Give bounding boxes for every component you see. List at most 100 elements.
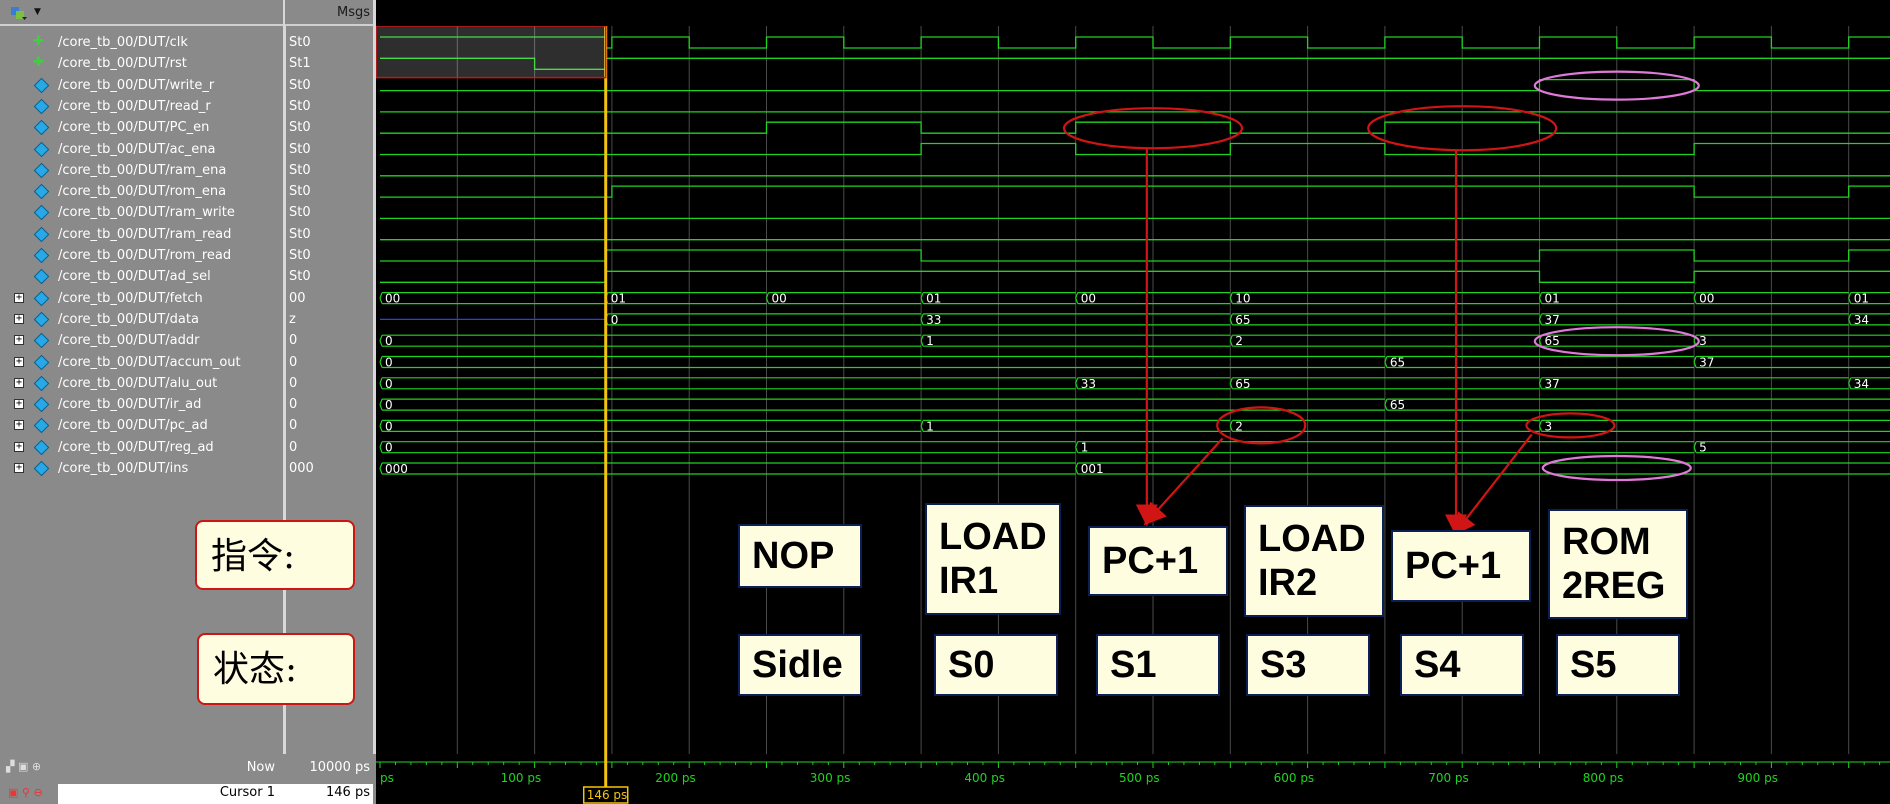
signal-diamond-icon xyxy=(33,226,50,242)
signal-row[interactable]: /core_tb_00/DUT/read_r St0 xyxy=(0,97,376,118)
chevron-down-icon[interactable]: ▼ xyxy=(34,7,41,17)
state-label-box: 状态: xyxy=(197,633,355,705)
cursor-value: 146 ps xyxy=(326,785,370,800)
toolbar-icons[interactable]: ▞ ▣ ⊕ xyxy=(6,760,41,773)
signal-value: St0 xyxy=(289,141,311,157)
ruler-label: ps xyxy=(380,771,394,785)
signal-row[interactable]: /core_tb_00/DUT/ram_read St0 xyxy=(0,225,376,246)
bus-value-label: 10 xyxy=(1235,292,1250,306)
expand-icon[interactable]: + xyxy=(14,335,24,346)
signal-row[interactable]: /core_tb_00/DUT/write_r St0 xyxy=(0,76,376,97)
bus-value-label: 34 xyxy=(1854,313,1869,327)
signal-row[interactable]: + /core_tb_00/DUT/pc_ad 0 xyxy=(0,416,376,437)
signal-diamond-icon xyxy=(33,162,50,179)
signal-row[interactable]: + /core_tb_00/DUT/ir_ad 0 xyxy=(0,395,376,416)
cursor-name[interactable]: Cursor 1 xyxy=(220,785,275,800)
signal-name: /core_tb_00/DUT/ac_ena xyxy=(58,141,216,157)
annotation-arrow xyxy=(1143,437,1224,526)
signal-name: /core_tb_00/DUT/ad_sel xyxy=(58,269,211,285)
bus-value-label: 00 xyxy=(772,292,787,306)
bus-waveform xyxy=(1693,355,1890,369)
expand-icon[interactable]: + xyxy=(14,292,24,303)
expand-icon[interactable]: + xyxy=(14,313,24,324)
signal-name: /core_tb_00/DUT/write_r xyxy=(58,77,215,93)
signal-row[interactable]: + /core_tb_00/DUT/alu_out 0 xyxy=(0,374,376,395)
signal-row[interactable]: /core_tb_00/DUT/PC_en St0 xyxy=(0,118,376,139)
signal-row[interactable]: /core_tb_00/DUT/rom_ena St0 xyxy=(0,182,376,203)
signal-diamond-icon xyxy=(33,354,50,370)
bus-value-label: 5 xyxy=(1699,441,1707,455)
signal-value: St0 xyxy=(289,184,311,200)
state-label: 状态: xyxy=(213,649,298,690)
signal-row[interactable]: + /core_tb_00/DUT/fetch 00 xyxy=(0,289,376,310)
signal-diamond-icon xyxy=(33,396,50,413)
signal-row[interactable]: + /core_tb_00/DUT/data z xyxy=(0,310,376,331)
signal-row[interactable]: + /core_tb_00/DUT/ins 000 xyxy=(0,459,376,480)
expand-icon[interactable]: + xyxy=(14,420,24,431)
signal-row[interactable]: + /core_tb_00/DUT/accum_out 0 xyxy=(0,353,376,374)
instruction-box: LOAD IR2 xyxy=(1244,505,1384,617)
bus-value-label: 0 xyxy=(385,398,393,412)
signal-value: St0 xyxy=(289,269,311,285)
bus-waveform xyxy=(379,462,1076,475)
bus-value-label: 0 xyxy=(385,377,393,391)
signal-row[interactable]: ✚ /core_tb_00/DUT/rst St1 xyxy=(0,54,376,75)
signal-row[interactable]: + /core_tb_00/DUT/addr 0 xyxy=(0,331,376,352)
instruction-box: PC+1 xyxy=(1391,530,1531,602)
instruction-box: NOP xyxy=(738,524,862,588)
bus-value-label: 0 xyxy=(611,313,619,327)
signal-diamond-icon xyxy=(33,205,50,221)
bus-waveform xyxy=(1693,334,1890,347)
wave-tool-icon[interactable] xyxy=(10,4,28,22)
bus-value-label: 3 xyxy=(1545,419,1553,433)
bus-value-label: 37 xyxy=(1545,313,1560,327)
signal-diamond-icon xyxy=(33,119,50,136)
signal-row[interactable]: /core_tb_00/DUT/ram_write St0 xyxy=(0,203,376,224)
status-bar: ▞ ▣ ⊕ ▣ ⚲ ⊖ Now Cursor 1 10000 ps 146 ps… xyxy=(0,754,1890,804)
state-box: S1 xyxy=(1096,634,1220,696)
signal-value: St0 xyxy=(289,162,311,178)
state-box: Sidle xyxy=(738,634,862,696)
signal-name: /core_tb_00/DUT/rom_read xyxy=(58,248,232,263)
instruction-box: PC+1 xyxy=(1088,526,1228,596)
bus-value-label: 00 xyxy=(385,292,400,306)
signal-row[interactable]: /core_tb_00/DUT/rom_read St0 xyxy=(0,246,376,267)
lock-icon[interactable]: ▣ ⚲ ⊖ xyxy=(8,786,43,799)
bus-value-label: 000 xyxy=(385,462,408,476)
signal-row[interactable]: /core_tb_00/DUT/ac_ena St0 xyxy=(0,140,376,161)
bus-waveform xyxy=(379,292,606,305)
ruler-label: 500 ps xyxy=(1119,771,1160,785)
bus-waveform xyxy=(605,313,922,326)
signal-value: St0 xyxy=(289,98,311,114)
signal-diamond-icon xyxy=(33,460,50,477)
bus-value-label: 00 xyxy=(1699,292,1714,306)
bus-value-label: 0 xyxy=(385,356,393,370)
annotation-arrow xyxy=(1453,433,1533,536)
signal-diamond-icon xyxy=(33,439,50,455)
signal-name: /core_tb_00/DUT/PC_en xyxy=(58,120,210,136)
expand-icon[interactable]: + xyxy=(14,399,24,410)
signal-value: 0 xyxy=(289,375,298,391)
expand-icon[interactable]: + xyxy=(14,356,24,367)
expand-icon[interactable]: + xyxy=(14,377,24,388)
signal-diamond-icon xyxy=(33,141,50,157)
cursor-flag-label: 146 ps xyxy=(587,788,628,802)
state-box: S5 xyxy=(1556,634,1680,696)
signal-diamond-icon xyxy=(33,311,50,328)
signal-value: 0 xyxy=(289,333,298,349)
ruler-label: 300 ps xyxy=(810,771,851,785)
signal-name: /core_tb_00/DUT/rst xyxy=(58,56,187,72)
signal-name: /core_tb_00/DUT/fetch xyxy=(58,290,203,306)
bus-value-label: 65 xyxy=(1235,377,1250,391)
bus-value-label: 01 xyxy=(1854,292,1869,306)
signal-name: /core_tb_00/DUT/read_r xyxy=(58,98,211,114)
signal-row[interactable]: ✚ /core_tb_00/DUT/clk St0 xyxy=(0,33,376,54)
signal-row[interactable]: /core_tb_00/DUT/ad_sel St0 xyxy=(0,267,376,288)
signal-row[interactable]: + /core_tb_00/DUT/reg_ad 0 xyxy=(0,438,376,459)
msgs-header-label: Msgs xyxy=(336,5,370,20)
expand-icon[interactable]: + xyxy=(14,463,24,473)
expand-icon[interactable]: + xyxy=(14,441,24,452)
signal-diamond-icon xyxy=(33,269,50,285)
signal-row[interactable]: /core_tb_00/DUT/ram_ena St0 xyxy=(0,161,376,182)
time-ruler[interactable]: ps 100 ps 200 ps 300 ps 400 ps 500 ps 600 ps 70… xyxy=(376,754,1890,804)
